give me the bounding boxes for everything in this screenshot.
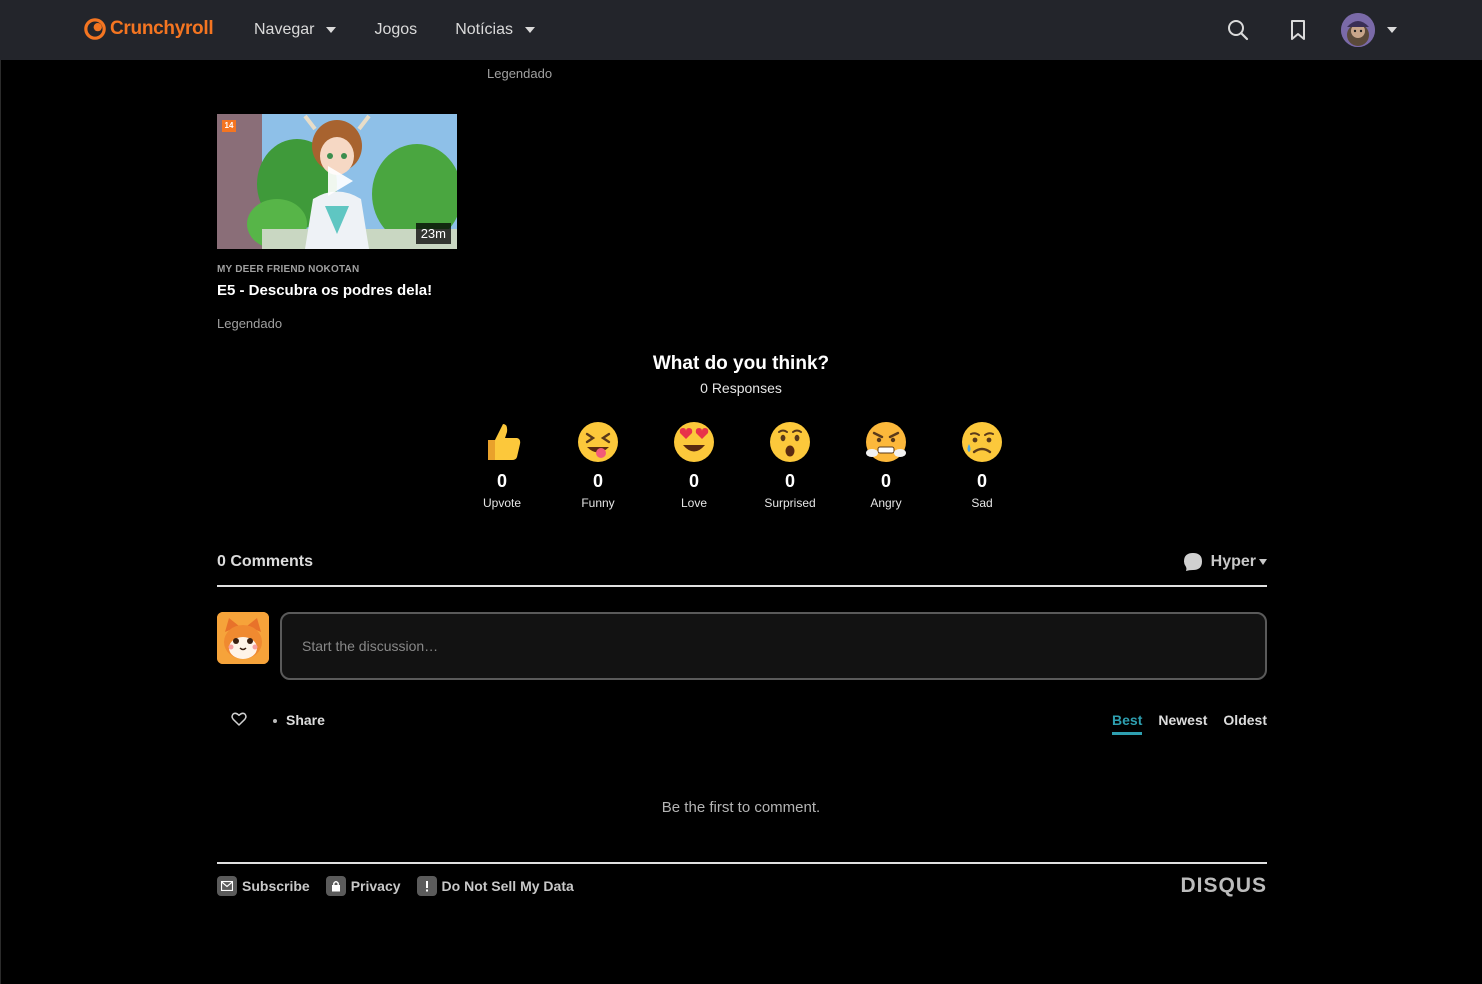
reaction-label: Sad [971, 496, 993, 510]
avatar [1341, 13, 1375, 47]
reaction-count: 0 [976, 471, 987, 491]
subscribe-link[interactable]: Subscribe [217, 876, 310, 896]
reaction-count: 0 [688, 471, 699, 491]
sort-oldest[interactable]: Oldest [1223, 712, 1267, 735]
nav-jogos[interactable]: Jogos [374, 0, 417, 60]
surprised-face-icon [770, 422, 810, 462]
comment-input[interactable] [280, 612, 1267, 680]
heart-icon[interactable] [231, 711, 247, 727]
chat-bubble-icon [1183, 553, 1202, 571]
reaction-angry[interactable]: 0 Angry [838, 420, 934, 510]
reaction-count: 0 [784, 471, 795, 491]
profile-menu[interactable] [1341, 13, 1397, 47]
search-icon[interactable] [1226, 18, 1250, 42]
lock-icon [325, 876, 346, 896]
comments-header: 0 Comments Hyper [217, 552, 1267, 587]
age-rating-badge: 14 [222, 120, 236, 132]
chevron-down-icon [1387, 27, 1397, 33]
user-menu[interactable]: Hyper [1183, 552, 1267, 572]
chevron-down-icon [326, 27, 337, 33]
sort-best[interactable]: Best [1112, 712, 1143, 735]
series-name[interactable]: MY DEER FRIEND NOKOTAN [217, 264, 457, 275]
top-navigation-bar: Crunchyroll Navegar Jogos Notícias [0, 0, 1482, 60]
reaction-label: Funny [581, 496, 615, 510]
comment-actions: Share Best Newest Oldest [217, 706, 1267, 736]
angry-face-icon [866, 422, 906, 462]
main-nav: Navegar Jogos Notícias [254, 0, 573, 60]
sort-tabs: Best Newest Oldest [1112, 712, 1267, 735]
reaction-count: 0 [592, 471, 603, 491]
reactions-responses: 0 Responses [700, 380, 782, 396]
nav-noticias[interactable]: Notícias [455, 0, 535, 60]
reaction-label: Love [680, 496, 708, 510]
previous-episode-meta: Legendado [487, 66, 553, 81]
nav-jogos-label: Jogos [374, 21, 418, 38]
privacy-link[interactable]: Privacy [325, 876, 401, 896]
funny-face-icon [578, 422, 618, 462]
episode-meta: Legendado [217, 316, 283, 331]
subscribe-label: Subscribe [242, 878, 310, 894]
logo-text: Crunchyroll [110, 18, 214, 39]
reaction-sad[interactable]: 0 Sad [934, 420, 1030, 510]
nav-noticias-label: Notícias [455, 21, 513, 38]
reaction-love[interactable]: 0 Love [646, 420, 742, 510]
share-button[interactable]: Share [273, 712, 325, 728]
nav-navegar-label: Navegar [254, 21, 315, 38]
episode-card[interactable]: 14 23m MY DEER FRIEND NOKOTAN E5 - Descu… [217, 114, 457, 331]
chevron-down-icon [524, 27, 535, 33]
page-edge [0, 60, 1, 984]
crunchyroll-logo[interactable]: Crunchyroll [84, 18, 214, 40]
share-label: Share [286, 712, 325, 728]
do-not-sell-label: Do Not Sell My Data [441, 878, 574, 894]
sort-newest[interactable]: Newest [1158, 712, 1207, 735]
alert-icon [416, 876, 437, 896]
play-icon[interactable] [325, 164, 355, 198]
disqus-footer: Subscribe Privacy Do Not Sell My Data DI… [217, 862, 1267, 902]
disqus-logo[interactable]: DISQUS [1180, 874, 1267, 898]
reaction-funny[interactable]: 0 Funny [550, 420, 646, 510]
user-name: Hyper [1210, 553, 1256, 570]
user-avatar[interactable] [217, 612, 269, 664]
episode-title[interactable]: E5 - Descubra os podres dela! [217, 282, 457, 299]
reaction-count: 0 [880, 471, 891, 491]
thumbs-up-icon [488, 424, 521, 460]
avatar-image [1341, 13, 1375, 47]
episode-duration: 23m [415, 223, 451, 244]
reaction-label: Upvote [482, 496, 522, 510]
do-not-sell-link[interactable]: Do Not Sell My Data [416, 876, 574, 896]
privacy-label: Privacy [350, 878, 401, 894]
heart-eyes-icon [674, 422, 714, 462]
reaction-count: 0 [496, 471, 507, 491]
episode-thumbnail[interactable]: 14 23m [217, 114, 457, 249]
reaction-label: Angry [870, 496, 902, 510]
separator-dot [273, 719, 277, 724]
cat-avatar-icon [217, 612, 269, 664]
reactions-title: What do you think? [652, 353, 830, 374]
crunchyroll-logo-icon [84, 18, 106, 40]
reaction-upvote[interactable]: 0 Upvote [454, 420, 550, 510]
empty-comments-message: Be the first to comment. [661, 799, 821, 816]
chevron-down-icon [1259, 559, 1267, 565]
comments-count: 0 Comments [217, 553, 314, 570]
bookmark-icon[interactable] [1286, 18, 1310, 42]
nav-navegar[interactable]: Navegar [254, 0, 337, 60]
footer-links: Subscribe Privacy Do Not Sell My Data [217, 876, 590, 896]
reaction-bar: 0 Upvote 0 Funny 0 Love 0 Surprised 0 An… [454, 420, 1030, 510]
mail-icon [217, 876, 237, 896]
sad-face-icon [962, 422, 1002, 462]
reaction-surprised[interactable]: 0 Surprised [742, 420, 838, 510]
reaction-label: Surprised [764, 496, 816, 510]
